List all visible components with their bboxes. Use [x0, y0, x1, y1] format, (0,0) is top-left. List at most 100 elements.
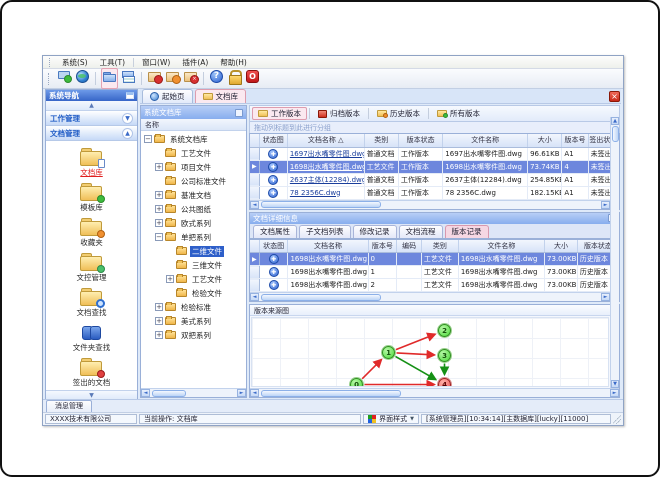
toolbar-button-help[interactable] — [209, 69, 224, 88]
column-header-大小[interactable]: 大小 — [527, 134, 563, 148]
graph-vertical-scrollbar[interactable]: ▲ ▼ — [610, 117, 619, 388]
documents-row[interactable]: ▶ ✚ 1698出水嘴零件图.dwg 工艺文件 工作版本 1698出水嘴零件图.dwg 73… — [250, 160, 619, 174]
toolbar-button-lock[interactable] — [227, 69, 242, 88]
document-link[interactable]: 2637主体(12284).dwg — [290, 176, 363, 184]
column-header-状态图[interactable]: 状态图 — [259, 239, 289, 253]
sidebar-item-文档查找[interactable]: 文档查找 — [46, 285, 137, 320]
toolbar-button-package-out[interactable] — [165, 69, 181, 88]
tree-node-项目文件[interactable]: + 项目文件 — [141, 160, 246, 174]
documents-row[interactable]: ✚ 1697出水嘴零件图.dwg 普通文档 工作版本 1697出水嘴零件图.dwg 96.… — [250, 147, 619, 161]
scroll-thumb[interactable] — [261, 293, 381, 301]
scroll-thumb[interactable] — [261, 201, 381, 208]
message-manager-tab[interactable]: 消息管理 — [46, 400, 92, 412]
collapse-icon[interactable]: − — [155, 233, 163, 241]
toolbar-button-package-close[interactable] — [183, 69, 199, 88]
version-node-1[interactable]: 1 — [382, 346, 395, 359]
column-header-版本号[interactable]: 版本号 — [561, 134, 589, 148]
column-header-状态图[interactable]: 状态图 — [259, 134, 288, 148]
scroll-up-icon[interactable]: ▲ — [611, 117, 619, 125]
toolbar-button-globe[interactable] — [75, 69, 90, 88]
scroll-down-icon[interactable]: ▼ — [611, 380, 619, 388]
toolbar-button-screen[interactable] — [57, 69, 72, 88]
menu-item-1[interactable]: 工具(T) — [94, 56, 131, 69]
scroll-left-icon[interactable]: ◄ — [250, 389, 259, 397]
button-历史版本[interactable]: 历史版本 — [371, 107, 426, 120]
toolbar-button-package-in[interactable] — [147, 69, 163, 88]
close-icon[interactable]: × — [609, 91, 620, 102]
column-header-文件名称[interactable]: 文件名称 — [458, 239, 546, 253]
scroll-right-icon[interactable]: ► — [601, 293, 610, 301]
group-by-hint[interactable]: 拖动列标题到此进行分组 — [249, 122, 620, 133]
versions-horizontal-scrollbar[interactable]: ◄ ► — [250, 292, 610, 301]
menu-item-0[interactable]: 系统(S) — [56, 56, 94, 69]
window-icon[interactable] — [126, 92, 134, 99]
tree-node-欧式系列[interactable]: + 欧式系列 — [141, 216, 246, 230]
details-tab-修改记录[interactable]: 修改记录 — [352, 224, 397, 238]
expand-icon[interactable]: + — [166, 275, 174, 283]
documents-row[interactable]: ✚ 2637主体(12284).dwg 普通文档 工作版本 2637主体(12284).… — [250, 173, 619, 187]
documents-horizontal-scrollbar[interactable]: ◄ ► — [250, 199, 610, 209]
expand-icon[interactable]: + — [155, 205, 163, 213]
tree-node-公司标准文件[interactable]: 公司标准文件 — [141, 174, 246, 188]
sidebar-group-工作管理[interactable]: 工作管理 ▼ — [46, 111, 137, 126]
button-所有版本[interactable]: 所有版本 — [431, 107, 486, 120]
documents-row[interactable]: ✚ 78 2356C.dwg 普通文档 工作版本 78 2356C.dwg 182.15K… — [250, 186, 619, 200]
toolbar-button-library-list[interactable] — [121, 69, 136, 88]
sidebar-item-签出的文档[interactable]: 签出的文档 — [46, 355, 137, 390]
details-tab-文档流程[interactable]: 文档流程 — [398, 224, 443, 238]
details-tab-版本记录[interactable]: 版本记录 — [444, 224, 489, 238]
button-归档版本[interactable]: 归档版本 — [312, 107, 366, 120]
column-header-大小[interactable]: 大小 — [544, 239, 578, 253]
scroll-left-icon[interactable]: ◄ — [141, 389, 150, 397]
details-tab-子文档列表[interactable]: 子文档列表 — [299, 224, 351, 238]
scroll-left-icon[interactable]: ◄ — [250, 200, 259, 209]
resize-grip[interactable] — [613, 414, 621, 424]
sidebar-item-文件夹查找[interactable]: 文件夹查找 — [46, 320, 137, 355]
column-header-文档名称[interactable]: 文档名称 △ — [287, 134, 365, 148]
tree-node-单把系列[interactable]: − 单把系列 — [141, 230, 246, 244]
tree-node-二维文件[interactable]: 二维文件 — [141, 244, 246, 258]
menu-item-3[interactable]: 插件(A) — [176, 56, 214, 69]
document-link[interactable]: 78 2356C.dwg — [290, 189, 341, 197]
tree-column-header[interactable]: 名称 — [141, 119, 246, 131]
chevron-icon[interactable]: ▼ — [122, 112, 133, 124]
tree-node-工艺文件[interactable]: + 工艺文件 — [141, 272, 246, 286]
sidebar-collapse-strip[interactable]: ▲ — [46, 101, 137, 111]
chevron-icon[interactable]: ▲ — [122, 127, 133, 139]
versions-row[interactable]: ▶ ✚ 1698出水嘴零件图.dwg 0 工艺文件 1698出水嘴零件图.dwg 73.00… — [250, 252, 619, 266]
expand-icon[interactable]: + — [155, 303, 163, 311]
column-header-文件名称[interactable]: 文件名称 — [442, 134, 529, 148]
version-node-3[interactable]: 3 — [438, 349, 451, 362]
tree-node-基准文档[interactable]: + 基准文档 — [141, 188, 246, 202]
toolbar-button-open-library[interactable] — [101, 68, 118, 89]
tree-node-检验文件[interactable]: 检验文件 — [141, 286, 246, 300]
scroll-right-icon[interactable]: ► — [237, 389, 246, 397]
sidebar-item-收藏夹[interactable]: 收藏夹 — [46, 215, 137, 250]
tree-node-工艺文件[interactable]: 工艺文件 — [141, 146, 246, 160]
button-工作版本[interactable]: 工作版本 — [252, 107, 307, 120]
versions-row[interactable]: ✚ 1698出水嘴零件图.dwg 2 工艺文件 1698出水嘴零件图.dwg 73.00K… — [250, 278, 619, 292]
document-link[interactable]: 1697出水嘴零件图.dwg — [290, 150, 363, 158]
tree-horizontal-scrollbar[interactable]: ◄ ► — [141, 388, 246, 397]
column-header-类别[interactable]: 类别 — [421, 239, 459, 253]
version-node-0[interactable]: 0 — [350, 378, 363, 386]
versions-row[interactable]: ✚ 1698出水嘴零件图.dwg 1 工艺文件 1698出水嘴零件图.dwg 73.00K… — [250, 265, 619, 279]
column-header-编码[interactable]: 编码 — [396, 239, 422, 253]
scroll-left-icon[interactable]: ◄ — [250, 293, 259, 301]
scroll-thumb[interactable] — [611, 126, 619, 142]
column-header-版本号[interactable]: 版本号 — [368, 239, 398, 253]
tree-node-系统文档库[interactable]: − 系统文档库 — [141, 132, 246, 146]
menu-item-2[interactable]: 窗口(W) — [136, 56, 176, 69]
tab-文档库[interactable]: 文档库 — [194, 89, 246, 103]
sidebar-group-文档管理[interactable]: 文档管理 ▲ — [46, 126, 137, 141]
column-header-版本状态[interactable]: 版本状态 — [398, 134, 444, 148]
graph-horizontal-scrollbar[interactable]: ◄ ► — [250, 388, 619, 397]
version-node-2[interactable]: 2 — [438, 324, 451, 337]
expand-icon[interactable]: + — [155, 163, 163, 171]
tree-node-三维文件[interactable]: 三维文件 — [141, 258, 246, 272]
scroll-thumb[interactable] — [152, 389, 186, 397]
tree-node-公共图纸[interactable]: + 公共图纸 — [141, 202, 246, 216]
document-link[interactable]: 1698出水嘴零件图.dwg — [290, 163, 363, 171]
scroll-thumb[interactable] — [261, 389, 401, 397]
menu-item-4[interactable]: 帮助(H) — [214, 56, 253, 69]
